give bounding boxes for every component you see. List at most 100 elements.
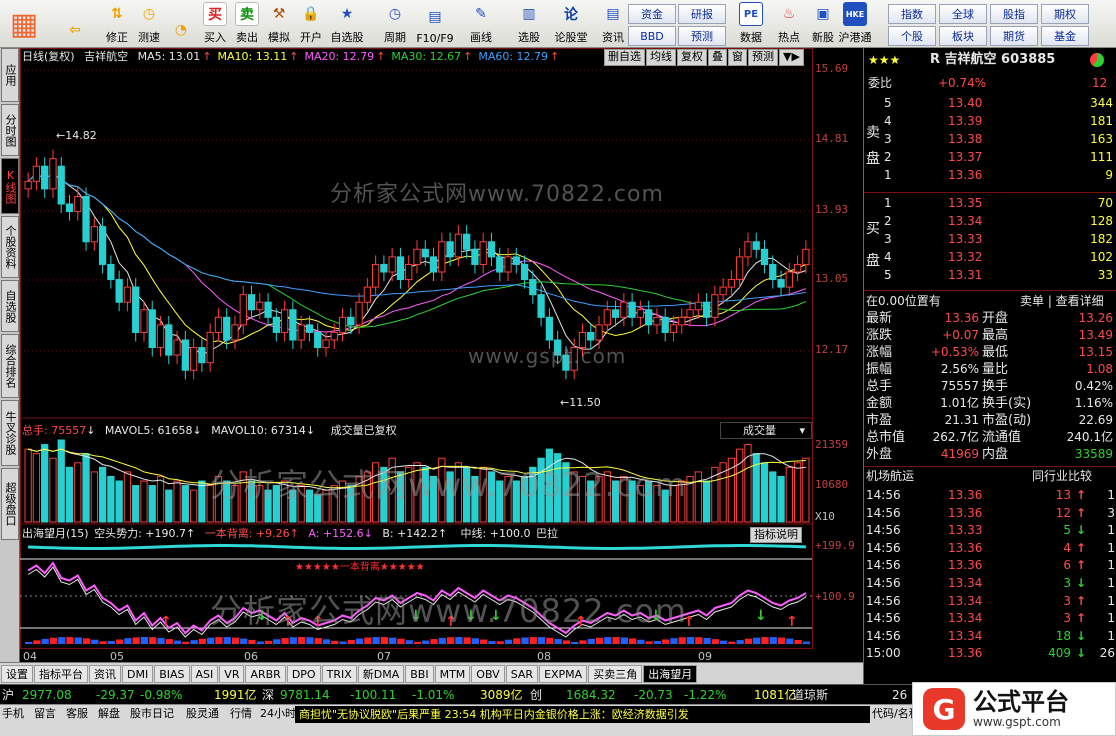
industry-compare[interactable]: 同行业比较 xyxy=(1032,467,1092,485)
ask-row[interactable]: 3 13.38 163 xyxy=(864,130,1116,148)
indicator-tab-8[interactable]: DPO xyxy=(286,664,321,683)
app-logo-button[interactable]: ▦ xyxy=(2,1,46,47)
pe-data-button[interactable]: PE 数据 xyxy=(734,1,768,47)
indicator-tab-6[interactable]: VR xyxy=(219,664,245,683)
news-button[interactable]: ▤ 资讯 xyxy=(596,1,630,47)
bid-volume: 128 xyxy=(1090,214,1113,228)
clock-button[interactable]: ◔ xyxy=(164,1,198,47)
status-item-2[interactable]: 客服 xyxy=(66,707,88,721)
indicator-tab-10[interactable]: 新DMA xyxy=(357,664,405,683)
indicator-tab-3[interactable]: DMI xyxy=(122,664,154,683)
indicator-tab-16[interactable]: 买卖三角 xyxy=(588,664,643,683)
left-tab-4[interactable]: 自选股 xyxy=(1,280,19,332)
chart-btn-4[interactable]: 窗 xyxy=(728,49,747,66)
pencil-button[interactable]: ✎ 画线 xyxy=(464,1,498,47)
market-tab-2[interactable]: 股指 xyxy=(990,4,1038,24)
ask-row[interactable]: 5 13.40 344 xyxy=(864,94,1116,112)
kline-chart-area[interactable]: ←14.82 ←11.50 ↑ ↓ ↑ ↑ ↓ ↑ ↓ ↓ ↑ ↓ ↑ ↓ ↑ 日线(复权) 吉祥航空 MA… xyxy=(20,48,863,663)
bid-row[interactable]: 1 13.35 70 xyxy=(864,194,1116,212)
indicator-tab-11[interactable]: BBI xyxy=(405,664,434,683)
indicator-help-button[interactable]: 指标说明 xyxy=(750,527,802,543)
toolbar-fund-button[interactable]: 资金 xyxy=(628,4,676,24)
speed-clock-button[interactable]: ◷ 测速 xyxy=(132,1,166,47)
tick-volume: 13 xyxy=(1055,488,1071,502)
left-tab-2[interactable]: K线图 xyxy=(1,158,19,214)
chart-btn-3[interactable]: 叠 xyxy=(708,49,727,66)
chart-btn-1[interactable]: 均线 xyxy=(646,49,676,66)
ask-row[interactable]: 4 13.39 181 xyxy=(864,112,1116,130)
bid-row[interactable]: 4 13.32 102 xyxy=(864,248,1116,266)
indicator-base-bar xyxy=(744,638,753,644)
down-arrow-icon: ↓ xyxy=(1076,628,1087,643)
indicator-tab-17[interactable]: 出海望月 xyxy=(643,664,698,683)
order-detail-link[interactable]: 卖单 | 查看详细 xyxy=(1020,292,1104,310)
indicator-tab-13[interactable]: OBV xyxy=(471,664,505,683)
left-tab-3[interactable]: 个股资料 xyxy=(1,216,19,278)
bid-row[interactable]: 5 13.31 33 xyxy=(864,266,1116,284)
indicator-tab-4[interactable]: BIAS xyxy=(154,664,190,683)
buy-button[interactable]: 买买入 xyxy=(198,1,232,47)
forum-button[interactable]: 论论股堂 xyxy=(554,1,588,47)
news-scroller[interactable]: 商担忧"无协议脱欧"后果严重 23:54 机构平日内金银价格上涨：欧经济数据引发 xyxy=(295,706,870,723)
market-tab-4[interactable]: 个股 xyxy=(888,26,936,46)
hot-button[interactable]: ♨ 热点 xyxy=(772,1,806,47)
left-tab-0[interactable]: 应用 xyxy=(1,48,19,102)
market-tab-1[interactable]: 全球 xyxy=(939,4,987,24)
toolbar-research-button[interactable]: 研报 xyxy=(678,4,726,24)
ask-row[interactable]: 1 13.36 9 xyxy=(864,166,1116,184)
sell-button[interactable]: 卖卖出 xyxy=(230,1,264,47)
candle-body xyxy=(24,180,32,190)
left-tab-5[interactable]: 综合排名 xyxy=(1,334,19,398)
indicator-tab-14[interactable]: SAR xyxy=(505,664,539,683)
industry-name[interactable]: 机场航运 xyxy=(866,467,914,485)
bid-row[interactable]: 3 13.33 182 xyxy=(864,230,1116,248)
bid-row[interactable]: 2 13.34 128 xyxy=(864,212,1116,230)
market-tab-7[interactable]: 基金 xyxy=(1041,26,1089,46)
market-tab-3[interactable]: 期权 xyxy=(1041,4,1089,24)
tick-price: 13.36 xyxy=(948,558,983,573)
stock-select-button[interactable]: ▥ 选股 xyxy=(512,1,546,47)
indicator-tab-2[interactable]: 资讯 xyxy=(89,664,121,683)
left-tab-1[interactable]: 分时图 xyxy=(1,104,19,156)
status-item-5[interactable]: 股灵通 xyxy=(186,707,219,721)
new-stock-button[interactable]: ▣ 新股 xyxy=(806,1,840,47)
toolbar-bbd-button[interactable]: BBD xyxy=(628,26,676,46)
indicator-tab-7[interactable]: ARBR xyxy=(245,664,286,683)
hk-connect-button[interactable]: HKE 沪港通 xyxy=(838,1,872,47)
indicator-tab-1[interactable]: 指标平台 xyxy=(34,664,88,683)
volume-selector[interactable]: 成交量 ▾ xyxy=(720,422,812,439)
buy-signal-arrow-icon: ↑ xyxy=(160,614,172,630)
chart-btn-6[interactable]: ▼▶ xyxy=(779,49,804,66)
f10-button[interactable]: ▤ F10/F9 xyxy=(416,1,453,47)
buy-icon: 买 xyxy=(203,2,227,26)
ask-row[interactable]: 2 13.37 111 xyxy=(864,148,1116,166)
clock-cycle-button[interactable]: ◷ 周期 xyxy=(378,1,412,47)
lock-button[interactable]: 🔒 开户 xyxy=(294,1,328,47)
status-item-0[interactable]: 手机 xyxy=(2,707,24,721)
market-tab-0[interactable]: 指数 xyxy=(888,4,936,24)
status-item-4[interactable]: 股市日记 xyxy=(130,707,174,721)
market-tab-5[interactable]: 板块 xyxy=(939,26,987,46)
market-tab-6[interactable]: 期货 xyxy=(990,26,1038,46)
hammer-button[interactable]: ⚒ 模拟 xyxy=(262,1,296,47)
indicator-tab-5[interactable]: ASI xyxy=(190,664,219,683)
left-tab-7[interactable]: 超级盘口 xyxy=(1,468,19,540)
status-item-6[interactable]: 行情 xyxy=(230,707,252,721)
indicator-tab-12[interactable]: MTM xyxy=(434,664,471,683)
kline-chart-svg[interactable]: ←14.82←11.50↑ ↓ ↑ ↑ ↓ ↑ ↓ ↓ ↑ ↓ ↑ ↓ ↑ xyxy=(20,48,863,662)
indicator-tab-0[interactable]: 设置 xyxy=(1,664,33,683)
indicator-tab-15[interactable]: EXPMA xyxy=(539,664,588,683)
indicator-tab-9[interactable]: TRIX xyxy=(321,664,357,683)
chart-btn-5[interactable]: 预测 xyxy=(748,49,778,66)
chart-btn-2[interactable]: 复权 xyxy=(677,49,707,66)
up-down-arrows-button[interactable]: ⇅ 修正 xyxy=(100,1,134,47)
left-tab-6[interactable]: 牛叉诊股 xyxy=(1,400,19,466)
indicator-base-bar xyxy=(695,637,703,644)
back-arrow-button[interactable]: ⇦ xyxy=(58,1,92,47)
volume-bar xyxy=(98,466,107,523)
star-button[interactable]: ★ 自选股 xyxy=(330,1,364,47)
chart-btn-0[interactable]: 删自选 xyxy=(604,49,645,66)
status-item-1[interactable]: 留言 xyxy=(34,707,56,721)
toolbar-forecast-button[interactable]: 预测 xyxy=(678,26,726,46)
status-item-3[interactable]: 解盘 xyxy=(98,707,120,721)
